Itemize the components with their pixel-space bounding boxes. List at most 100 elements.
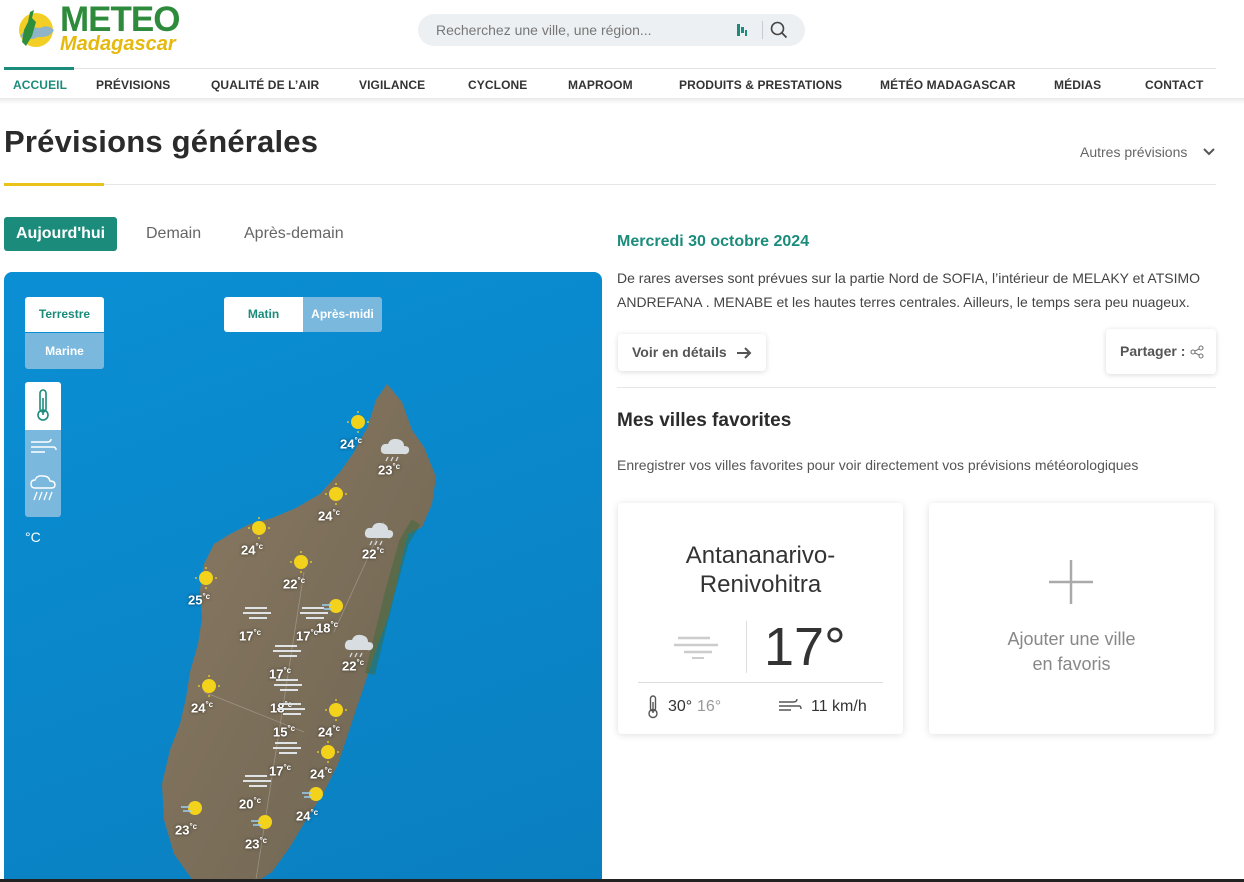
details-button[interactable]: Voir en détails (618, 334, 766, 371)
map-station[interactable]: 18°c (314, 592, 354, 635)
station-temperature: 23°c (245, 836, 267, 851)
map-station[interactable]: 15°c (271, 696, 311, 739)
sun-wind-icon (302, 787, 323, 801)
tab-tomorrow[interactable]: Demain (134, 217, 213, 251)
map-station[interactable]: 25°c (186, 564, 226, 607)
favorite-city-card[interactable]: Antananarivo- Renivohitra 17° 30° 16° 11… (618, 503, 903, 734)
map-station[interactable]: 24°c (294, 780, 334, 823)
map-station[interactable]: 22°c (340, 630, 380, 673)
city-name-line2: Renivohitra (699, 571, 822, 598)
weather-map[interactable]: Terrestre Marine Matin Après-midi °C 24°… (4, 272, 602, 882)
nav-item-meteo-madagascar[interactable]: MÉTÉO MADAGASCAR (880, 78, 1016, 92)
station-temperature: 22°c (342, 658, 364, 673)
map-station[interactable]: 20°c (237, 768, 277, 811)
morning-toggle[interactable]: Matin (224, 297, 303, 332)
station-temperature: 22°c (283, 576, 305, 591)
station-temp-value: 22 (362, 546, 377, 562)
sun-wind-icon (251, 815, 272, 829)
rain-layer-icon[interactable] (29, 474, 57, 506)
search-input[interactable] (436, 21, 726, 39)
station-temperature: 24°c (241, 542, 263, 557)
search-icon[interactable] (770, 21, 788, 39)
map-station[interactable]: 23°c (243, 808, 283, 851)
madagascar-logo-icon (19, 10, 54, 47)
map-station[interactable]: 24°c (316, 696, 356, 739)
city-name: Antananarivo- Renivohitra (618, 541, 903, 599)
page-title: Prévisions générales (4, 124, 319, 159)
fog-icon (243, 607, 271, 619)
chevron-down-icon[interactable] (1202, 147, 1216, 157)
station-temp-unit: °c (202, 592, 211, 601)
station-temperature: 24°c (191, 700, 213, 715)
station-temp-value: 22 (283, 576, 298, 592)
forecast-text: De rares averses sont prévues sur la par… (617, 270, 1201, 310)
section-divider (617, 387, 1216, 388)
min-temperature: 16° (697, 698, 722, 715)
thermometer-icon (648, 695, 658, 719)
add-favorite-card[interactable]: Ajouter une ville en favoris (929, 503, 1214, 734)
station-temperature: 17°c (239, 628, 261, 643)
sun-icon (195, 567, 217, 589)
site-logo[interactable]: METEO Madagascar (14, 2, 184, 56)
nav-item-accueil[interactable]: ACCUEIL (13, 78, 67, 92)
main-nav: ACCUEIL PRÉVISIONS QUALITÉ DE L’AIR VIGI… (4, 67, 1216, 98)
station-temperature: 23°c (175, 822, 197, 837)
details-button-label: Voir en détails (632, 344, 727, 360)
map-station[interactable]: 23°c (376, 434, 416, 477)
afternoon-toggle[interactable]: Après-midi (303, 297, 382, 332)
station-temp-unit: °c (330, 620, 339, 629)
sun-icon (198, 675, 220, 697)
map-station[interactable]: 24°c (338, 408, 378, 451)
sun-icon (325, 699, 347, 721)
other-forecasts-dropdown[interactable]: Autres prévisions (1080, 144, 1187, 160)
station-temperature: 22°c (362, 546, 384, 561)
fog-icon (674, 636, 718, 659)
terrestre-toggle[interactable]: Terrestre (25, 297, 104, 332)
fog-icon (273, 645, 301, 657)
tab-today[interactable]: Aujourd'hui (4, 217, 118, 251)
favorites-title: Mes villes favorites (617, 410, 792, 431)
map-station[interactable]: 22°c (360, 518, 400, 561)
sun-wind-icon (322, 599, 343, 613)
nav-item-produits[interactable]: PRODUITS & PRESTATIONS (679, 78, 842, 92)
wind-layer-icon[interactable] (29, 436, 57, 458)
nav-item-medias[interactable]: MÉDIAS (1054, 78, 1101, 92)
nav-item-qualite-air[interactable]: QUALITÉ DE L’AIR (211, 78, 319, 92)
fog-icon (273, 742, 301, 754)
marine-toggle[interactable]: Marine (25, 333, 104, 369)
map-station[interactable]: 23°c (173, 794, 213, 837)
nav-item-cyclone[interactable]: CYCLONE (468, 78, 527, 92)
station-temperature: 24°c (318, 508, 340, 523)
station-temperature: 25°c (188, 592, 210, 607)
map-station[interactable]: 17°c (237, 600, 277, 643)
station-temp-unit: °c (354, 436, 363, 445)
wind-speed: 11 km/h (811, 698, 867, 715)
map-station[interactable]: 24°c (189, 672, 229, 715)
map-station[interactable]: 24°c (239, 514, 279, 557)
card-horizontal-divider (638, 682, 883, 683)
plus-icon (1049, 560, 1093, 604)
layer-temperature-button[interactable] (25, 382, 61, 430)
map-station[interactable]: 24°c (316, 480, 356, 523)
station-temperature: 23°c (378, 462, 400, 477)
nav-item-maproom[interactable]: MAPROOM (568, 78, 633, 92)
map-station[interactable]: 22°c (281, 548, 321, 591)
station-temp-value: 17 (239, 628, 254, 644)
add-favorite-line2: en favoris (1032, 654, 1111, 674)
nav-item-contact[interactable]: CONTACT (1145, 78, 1203, 92)
nav-item-previsions[interactable]: PRÉVISIONS (96, 78, 170, 92)
add-favorite-line1: Ajouter une ville (1007, 629, 1136, 649)
layer-selector (25, 382, 61, 517)
share-button[interactable]: Partager : (1106, 329, 1216, 374)
voice-search-icon[interactable] (734, 22, 750, 38)
station-temp-unit: °c (332, 508, 341, 517)
nav-item-vigilance[interactable]: VIGILANCE (359, 78, 425, 92)
map-station[interactable]: 24°c (308, 738, 348, 781)
station-temp-value: 24 (191, 700, 206, 716)
cloud-rain-icon (344, 634, 374, 658)
station-temp-unit: °c (283, 763, 292, 772)
station-temp-value: 23 (378, 462, 393, 478)
station-temp-unit: °c (356, 658, 365, 667)
tab-after-tomorrow[interactable]: Après-demain (232, 217, 356, 251)
sun-icon (248, 517, 270, 539)
